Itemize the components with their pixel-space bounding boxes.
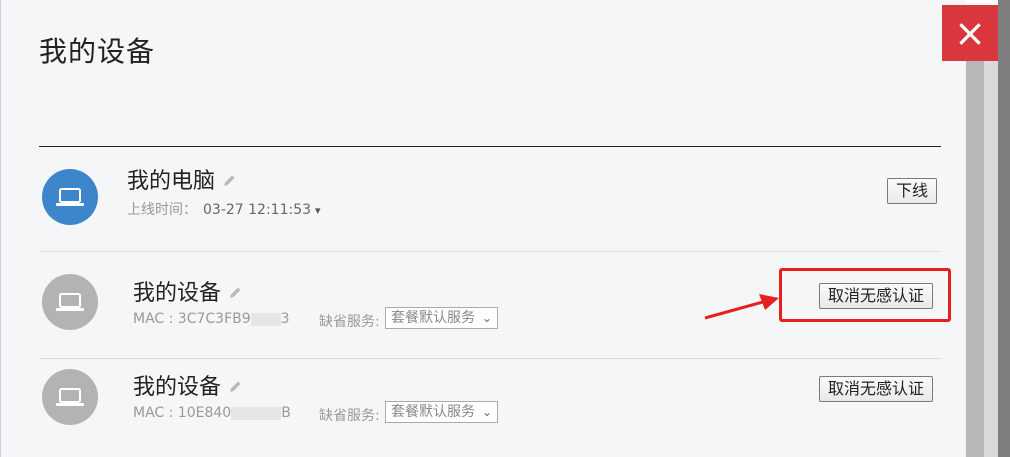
device-name: 我的电脑 bbox=[127, 169, 216, 194]
device-row-computer: 我的电脑 上线时间： 03-27 12:11:53 ▾ 下线 bbox=[39, 147, 941, 252]
pencil-icon[interactable] bbox=[227, 282, 243, 307]
device-row-3: 我的设备 MAC : 10E840 B 缺省服务: 套餐默认服务 ⌄ 取消无感认证 bbox=[39, 359, 941, 457]
service-label: 缺省服务: bbox=[319, 408, 380, 424]
online-time-label: 上线时间： bbox=[127, 202, 197, 218]
mac-prefix: MAC : 3C7C3FB9 bbox=[133, 311, 251, 327]
cancel-seamless-auth-button[interactable]: 取消无感认证 bbox=[819, 376, 934, 402]
scrollbar[interactable] bbox=[966, 60, 984, 457]
laptop-icon bbox=[56, 388, 84, 406]
mac-suffix: 3 bbox=[280, 311, 290, 327]
close-button[interactable]: × bbox=[942, 5, 998, 61]
chevron-down-icon: ⌄ bbox=[481, 311, 492, 325]
device-avatar bbox=[42, 169, 98, 225]
my-devices-modal: 我的设备 我的电脑 上线时间： 03-27 12:11:53 ▾ 下线 我的设备… bbox=[0, 0, 966, 457]
service-label: 缺省服务: bbox=[319, 314, 380, 330]
online-time-info: 上线时间： 03-27 12:11:53 ▾ bbox=[127, 199, 321, 219]
close-icon: × bbox=[954, 11, 986, 55]
mac-address: MAC : 3C7C3FB9 3 bbox=[133, 311, 290, 327]
page-edge bbox=[998, 0, 1010, 457]
logout-button[interactable]: 下线 bbox=[887, 178, 938, 204]
modal-title: 我的设备 bbox=[39, 35, 156, 68]
device-name: 我的设备 bbox=[133, 281, 222, 306]
laptop-icon bbox=[56, 188, 84, 206]
mac-suffix: B bbox=[281, 405, 291, 421]
screen: 我的设备 我的电脑 上线时间： 03-27 12:11:53 ▾ 下线 我的设备… bbox=[0, 0, 1010, 457]
laptop-icon bbox=[56, 293, 84, 311]
pencil-icon[interactable] bbox=[221, 170, 237, 195]
device-avatar bbox=[42, 274, 98, 330]
mac-mask bbox=[250, 312, 281, 326]
highlight-box bbox=[779, 268, 951, 322]
pencil-icon[interactable] bbox=[227, 376, 243, 401]
mac-address: MAC : 10E840 B bbox=[133, 405, 291, 421]
service-select-value: 套餐默认服务 bbox=[391, 404, 475, 420]
service-select[interactable]: 套餐默认服务 ⌄ bbox=[385, 307, 498, 329]
caret-down-icon[interactable]: ▾ bbox=[315, 204, 321, 217]
chevron-down-icon: ⌄ bbox=[481, 405, 492, 419]
online-time-value: 03-27 12:11:53 bbox=[203, 202, 312, 218]
device-name: 我的设备 bbox=[133, 375, 222, 400]
mac-prefix: MAC : 10E840 bbox=[133, 405, 232, 421]
device-avatar bbox=[42, 369, 98, 425]
service-select-value: 套餐默认服务 bbox=[391, 310, 475, 326]
mac-mask bbox=[231, 406, 282, 420]
service-select[interactable]: 套餐默认服务 ⌄ bbox=[385, 401, 498, 423]
arrow-icon bbox=[704, 294, 779, 320]
